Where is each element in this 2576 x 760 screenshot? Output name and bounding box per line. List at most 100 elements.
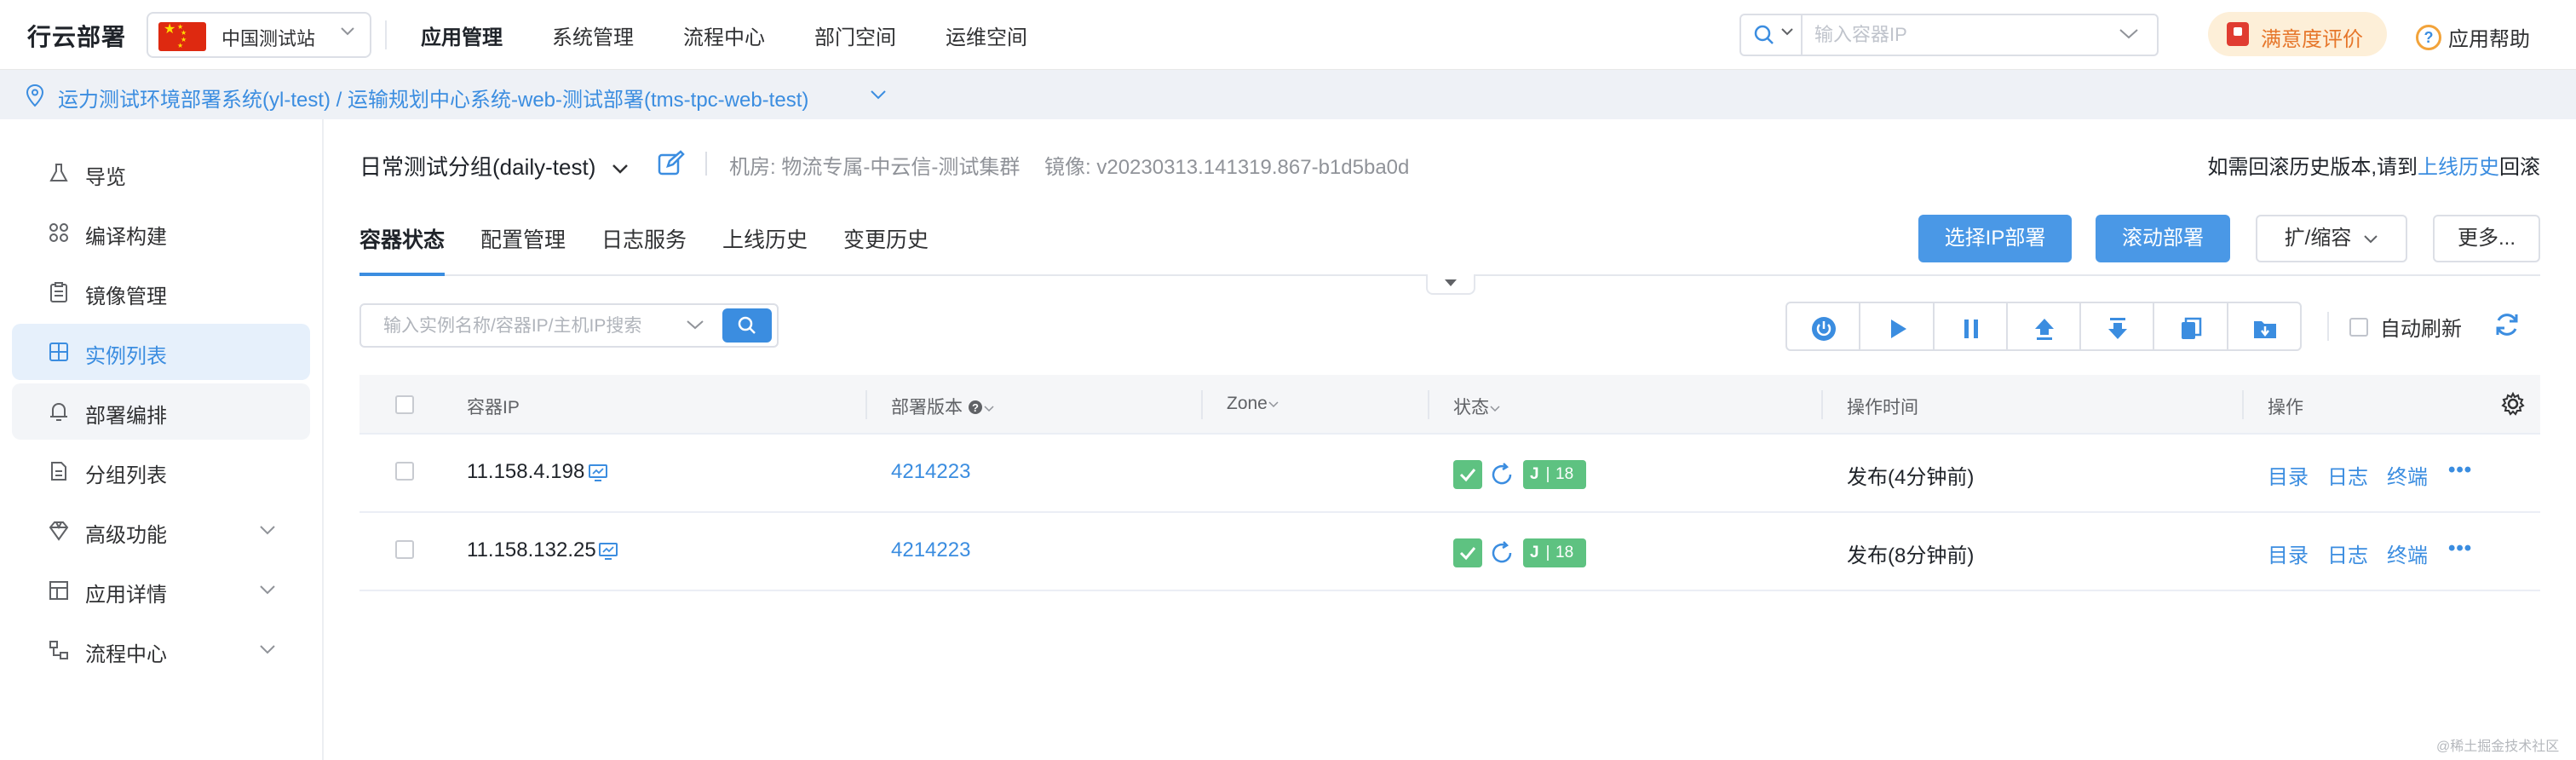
sidebar-item-label: 镜像管理 bbox=[85, 285, 167, 308]
tab-config-management[interactable]: 配置管理 bbox=[480, 222, 566, 276]
flask-icon bbox=[49, 164, 68, 181]
pause-button[interactable] bbox=[1935, 303, 2008, 349]
sidebar-item-process-center[interactable]: 流程中心 bbox=[12, 622, 310, 678]
site-selector[interactable]: ★ ★ ★ ★ ★ 中国测试站 bbox=[147, 12, 371, 58]
start-button[interactable] bbox=[1860, 303, 1935, 349]
site-name: 中国测试站 bbox=[221, 28, 316, 49]
java-version: 18 bbox=[1555, 465, 1574, 483]
sidebar-item-groups[interactable]: 分组列表 bbox=[12, 443, 310, 499]
tab-container-status[interactable]: 容器状态 bbox=[359, 222, 446, 276]
nav-process-center[interactable]: 流程中心 bbox=[683, 20, 765, 50]
more-actions-icon[interactable]: ••• bbox=[2448, 458, 2472, 482]
deploy-version-link[interactable]: 4214223 bbox=[891, 460, 970, 484]
nav-ops-space[interactable]: 运维空间 bbox=[946, 20, 1027, 50]
room-label: 机房: bbox=[729, 156, 776, 179]
search-type-select[interactable] bbox=[1741, 15, 1803, 55]
refresh-icon[interactable] bbox=[2493, 310, 2521, 339]
column-divider bbox=[1821, 390, 1823, 419]
search-icon bbox=[738, 316, 756, 334]
sidebar-item-app-details[interactable]: 应用详情 bbox=[12, 562, 310, 619]
auto-refresh-toggle[interactable]: 自动刷新 bbox=[2349, 312, 2462, 342]
offline-button[interactable] bbox=[2081, 303, 2155, 349]
java-label: J bbox=[1530, 544, 1539, 561]
more-button[interactable]: 更多... bbox=[2433, 215, 2540, 262]
directory-link[interactable]: 目录 bbox=[2268, 538, 2309, 568]
instance-search-input[interactable] bbox=[383, 312, 673, 341]
more-actions-icon[interactable]: ••• bbox=[2448, 537, 2472, 561]
row-checkbox[interactable] bbox=[395, 540, 414, 559]
sidebar-item-orchestration[interactable]: 部署编排 bbox=[12, 383, 310, 440]
rollback-hint: 如需回滚历史版本,请到上线历史回滚 bbox=[2207, 150, 2540, 180]
container-ip-input[interactable] bbox=[1814, 20, 2104, 49]
deploy-version-link[interactable]: 4214223 bbox=[891, 538, 970, 562]
image-label: 镜像: bbox=[1044, 156, 1091, 179]
monitor-icon[interactable] bbox=[588, 463, 608, 482]
tab-log-service[interactable]: 日志服务 bbox=[601, 222, 687, 276]
table-row: 11.158.4.198 4214223 J 18 发布(4分钟前) 目录 日志 … bbox=[359, 435, 2540, 513]
app-logo[interactable]: 行云部署 bbox=[27, 19, 126, 53]
nav-system-management[interactable]: 系统管理 bbox=[552, 20, 634, 50]
logs-link[interactable]: 日志 bbox=[2327, 538, 2368, 568]
chevron-down-icon[interactable] bbox=[2118, 27, 2140, 41]
chevron-down-icon bbox=[341, 27, 354, 36]
rollback-suffix: 回滚 bbox=[2499, 156, 2540, 179]
settings-gear-icon[interactable] bbox=[2501, 392, 2525, 416]
col-container-ip: 容器IP bbox=[467, 398, 520, 417]
edit-icon[interactable] bbox=[658, 150, 685, 176]
row-checkbox[interactable] bbox=[395, 462, 414, 481]
sidebar-item-label: 编译构建 bbox=[85, 226, 167, 249]
satisfaction-button[interactable]: 满意度评价 bbox=[2208, 12, 2387, 56]
sidebar-item-advanced[interactable]: 高级功能 bbox=[12, 503, 310, 559]
col-status-label: 状态 bbox=[1453, 398, 1489, 417]
folder-download-icon bbox=[2253, 321, 2276, 338]
chevron-down-icon[interactable] bbox=[869, 89, 888, 101]
search-button[interactable] bbox=[722, 308, 772, 343]
sort-icon bbox=[984, 406, 994, 412]
rolling-deploy-button[interactable]: 滚动部署 bbox=[2096, 215, 2230, 262]
directory-link[interactable]: 目录 bbox=[2268, 460, 2309, 490]
tab-change-history[interactable]: 变更历史 bbox=[843, 222, 929, 276]
chevron-down-icon bbox=[260, 526, 275, 535]
copy-button[interactable] bbox=[2154, 303, 2228, 349]
power-button[interactable] bbox=[1787, 303, 1861, 349]
sidebar-item-images[interactable]: 镜像管理 bbox=[12, 264, 310, 320]
chevron-down-icon[interactable] bbox=[685, 319, 705, 331]
main-menu: 应用管理 系统管理 流程中心 部门空间 运维空间 bbox=[421, 20, 1077, 50]
rollback-history-link[interactable]: 上线历史 bbox=[2418, 156, 2499, 179]
nav-department-space[interactable]: 部门空间 bbox=[814, 20, 896, 50]
deploy-meta: 机房: 物流专属-中云信-测试集群 镜像: v20230313.141319.8… bbox=[729, 150, 1409, 180]
column-divider bbox=[865, 390, 867, 419]
column-divider bbox=[1428, 390, 1429, 419]
group-selector[interactable]: 日常测试分组(daily-test) bbox=[359, 150, 630, 181]
sidebar-item-label: 实例列表 bbox=[85, 345, 167, 368]
online-button[interactable] bbox=[2008, 303, 2082, 349]
power-icon bbox=[1812, 317, 1836, 341]
select-all-checkbox[interactable] bbox=[395, 395, 414, 414]
tab-release-history[interactable]: 上线历史 bbox=[722, 222, 808, 276]
nav-app-management[interactable]: 应用管理 bbox=[421, 20, 503, 50]
select-ip-deploy-button[interactable]: 选择IP部署 bbox=[1918, 215, 2072, 262]
scale-button[interactable]: 扩/缩容 bbox=[2256, 215, 2407, 262]
terminal-link[interactable]: 终端 bbox=[2387, 538, 2428, 568]
sidebar-item-overview[interactable]: 导览 bbox=[12, 145, 310, 201]
breadcrumb[interactable]: 运力测试环境部署系统(yl-test) / 运输规划中心系统-web-测试部署(… bbox=[58, 83, 808, 112]
export-button[interactable] bbox=[2228, 303, 2300, 349]
logs-link[interactable]: 日志 bbox=[2327, 460, 2368, 490]
sidebar-item-build[interactable]: 编译构建 bbox=[12, 204, 310, 261]
collapse-toggle[interactable] bbox=[1426, 274, 1475, 295]
help-link[interactable]: ? 应用帮助 bbox=[2416, 22, 2530, 52]
java-version: 18 bbox=[1555, 544, 1574, 561]
build-icon bbox=[49, 223, 68, 242]
container-ip-search bbox=[1739, 14, 2159, 56]
terminal-link[interactable]: 终端 bbox=[2387, 460, 2428, 490]
sidebar-item-label: 流程中心 bbox=[85, 643, 167, 666]
col-zone[interactable]: Zone bbox=[1227, 394, 1279, 414]
col-status[interactable]: 状态 bbox=[1453, 394, 1501, 419]
status-ok-icon bbox=[1453, 460, 1482, 489]
col-actions: 操作 bbox=[2268, 398, 2303, 417]
sidebar-item-instances[interactable]: 实例列表 bbox=[12, 324, 310, 380]
monitor-icon[interactable] bbox=[598, 542, 618, 561]
chevron-down-icon bbox=[1781, 28, 1793, 36]
col-deploy-version[interactable]: 部署版本 ? bbox=[891, 394, 995, 419]
auto-refresh-checkbox[interactable] bbox=[2349, 317, 2368, 337]
